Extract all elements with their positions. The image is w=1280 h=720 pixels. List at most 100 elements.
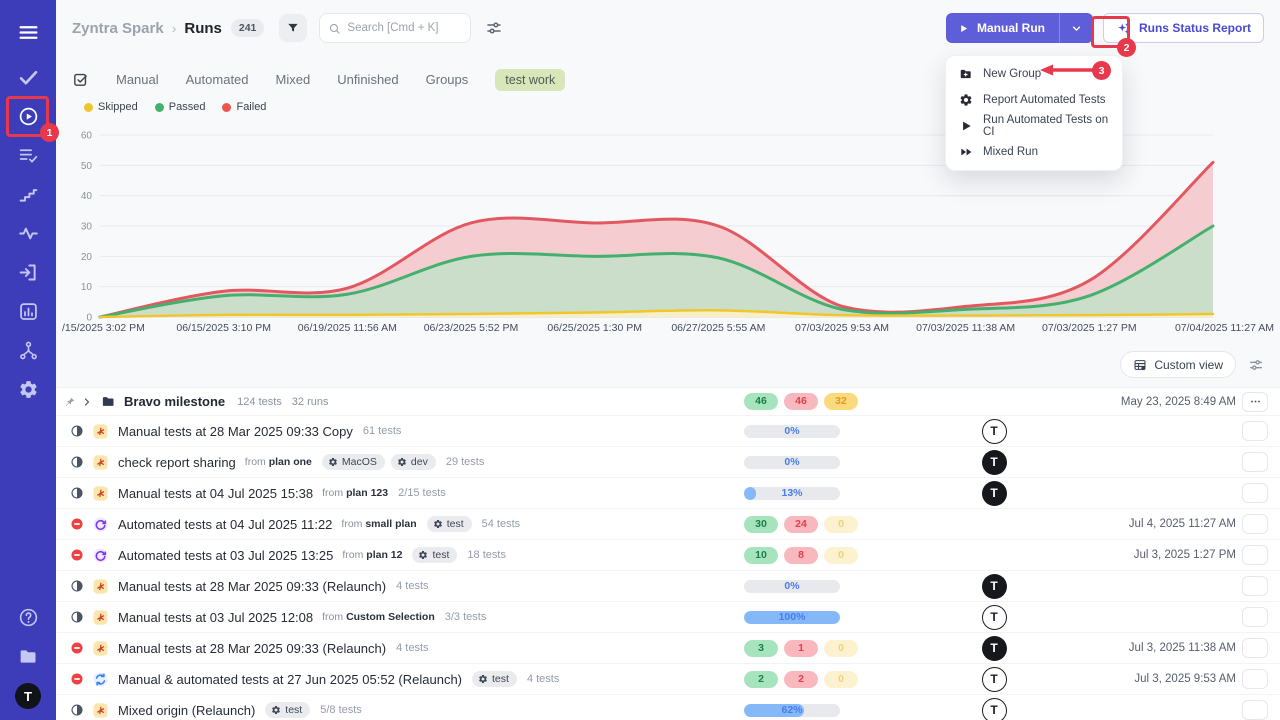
row-menu-button[interactable]: [1242, 669, 1268, 689]
run-row[interactable]: Mixed origin (Relaunch) test 5/8 tests 6…: [56, 695, 1280, 720]
run-tags: test: [265, 702, 310, 718]
in-progress-status-icon: [70, 579, 84, 593]
assignee-avatar[interactable]: T: [982, 481, 1007, 506]
row-menu-button[interactable]: [1242, 392, 1268, 412]
tab-manual[interactable]: Manual: [116, 72, 159, 87]
manual-run-icon: [92, 702, 109, 719]
run-row[interactable]: Manual tests at 28 Mar 2025 09:33 Copy 6…: [56, 416, 1280, 447]
sidebar-item-check[interactable]: [8, 58, 48, 97]
legend-label: Passed: [169, 101, 206, 113]
sidebar-item-play-circle[interactable]: [8, 97, 48, 136]
manual-run-icon: [92, 640, 109, 657]
tab-automated[interactable]: Automated: [186, 72, 249, 87]
run-row[interactable]: Manual tests at 28 Mar 2025 09:33 (Relau…: [56, 571, 1280, 602]
menu-item-new-group[interactable]: New Group: [946, 61, 1122, 87]
count-badge-passed: 30: [744, 516, 778, 533]
sidebar-item-menu[interactable]: [8, 12, 48, 52]
row-menu-button[interactable]: [1242, 421, 1268, 441]
run-title[interactable]: check report sharing: [118, 455, 236, 470]
custom-view-button[interactable]: Custom view: [1120, 351, 1236, 378]
play-sm-icon: [959, 119, 973, 133]
run-title[interactable]: Manual tests at 03 Jul 2025 12:08: [118, 610, 313, 625]
assignee-avatar[interactable]: T: [982, 636, 1007, 661]
sidebar-item-bar-chart[interactable]: [8, 292, 48, 331]
run-row[interactable]: Manual tests at 28 Mar 2025 09:33 (Relau…: [56, 633, 1280, 664]
run-title[interactable]: Mixed origin (Relaunch): [118, 703, 255, 718]
run-title[interactable]: Manual tests at 28 Mar 2025 09:33 Copy: [118, 424, 353, 439]
sidebar-item-sign-in[interactable]: [8, 253, 48, 292]
manual-run-icon: [92, 454, 109, 471]
steps-icon: [18, 184, 39, 205]
run-title[interactable]: Manual tests at 28 Mar 2025 09:33 (Relau…: [118, 641, 386, 656]
svg-text:10: 10: [81, 282, 93, 293]
svg-text:50: 50: [81, 161, 93, 172]
run-title[interactable]: Automated tests at 04 Jul 2025 11:22: [118, 517, 332, 532]
run-title[interactable]: Manual tests at 04 Jul 2025 15:38: [118, 486, 313, 501]
run-row[interactable]: Manual tests at 03 Jul 2025 12:08 from C…: [56, 602, 1280, 633]
run-row[interactable]: Automated tests at 03 Jul 2025 13:25 fro…: [56, 540, 1280, 571]
assignee-avatar[interactable]: T: [982, 450, 1007, 475]
sidebar-item-steps[interactable]: [8, 175, 48, 214]
run-date: Jul 3, 2025 11:38 AM: [1129, 642, 1236, 654]
manual-run-button[interactable]: Manual Run: [946, 13, 1059, 43]
filter-button[interactable]: [279, 14, 307, 42]
tab-test-work[interactable]: test work: [495, 69, 565, 91]
group-row[interactable]: Bravo milestone 124 tests 32 runs 464632…: [56, 387, 1280, 416]
tab-unfinished[interactable]: Unfinished: [337, 72, 398, 87]
custom-view-label: Custom view: [1154, 358, 1223, 372]
menu-item-run-automated-tests-on-ci[interactable]: Run Automated Tests on CI: [946, 113, 1122, 139]
row-menu-button[interactable]: [1242, 638, 1268, 658]
search-settings-icon[interactable]: [485, 19, 503, 37]
group-name[interactable]: Bravo milestone: [124, 394, 225, 409]
tab-mixed[interactable]: Mixed: [276, 72, 311, 87]
assignee-avatar[interactable]: T: [982, 574, 1007, 599]
menu-item-label: Report Automated Tests: [983, 94, 1106, 106]
select-all-icon[interactable]: [72, 71, 89, 88]
row-menu-button[interactable]: [1242, 545, 1268, 565]
assignee-avatar[interactable]: T: [982, 698, 1007, 720]
column-settings-icon[interactable]: [1248, 357, 1264, 373]
run-row[interactable]: Manual & automated tests at 27 Jun 2025 …: [56, 664, 1280, 695]
runs-status-report-button[interactable]: Runs Status Report: [1103, 13, 1264, 43]
menu-item-report-automated-tests[interactable]: Report Automated Tests: [946, 87, 1122, 113]
svg-text:06/23/2025 5:52 PM: 06/23/2025 5:52 PM: [424, 322, 519, 334]
table-view-icon: [1133, 358, 1147, 372]
user-avatar[interactable]: T: [15, 683, 41, 709]
run-stats: 1080: [744, 547, 858, 564]
run-row[interactable]: Manual tests at 04 Jul 2025 15:38 from p…: [56, 478, 1280, 509]
tag-test: test: [427, 516, 472, 532]
row-menu-button[interactable]: [1242, 576, 1268, 596]
svg-text:40: 40: [81, 191, 93, 202]
run-row[interactable]: Automated tests at 04 Jul 2025 11:22 fro…: [56, 509, 1280, 540]
chevron-right-icon[interactable]: [81, 396, 93, 408]
assignee-avatar[interactable]: T: [982, 419, 1007, 444]
row-menu-button[interactable]: [1242, 514, 1268, 534]
row-menu-button[interactable]: [1242, 607, 1268, 627]
sidebar-item-list-check[interactable]: [8, 136, 48, 175]
run-tags: test: [472, 671, 517, 687]
search-input[interactable]: [347, 22, 462, 34]
row-menu-button[interactable]: [1242, 452, 1268, 472]
sidebar-item-help[interactable]: [8, 598, 48, 637]
run-row[interactable]: check report sharing from plan one MacOS…: [56, 447, 1280, 478]
sidebar-item-branch[interactable]: [8, 331, 48, 370]
gear-icon: [959, 93, 973, 107]
menu-item-mixed-run[interactable]: Mixed Run: [946, 139, 1122, 165]
manual-run-dropdown-toggle[interactable]: [1059, 13, 1093, 43]
run-title[interactable]: Manual tests at 28 Mar 2025 09:33 (Relau…: [118, 579, 386, 594]
tab-groups[interactable]: Groups: [426, 72, 469, 87]
sidebar-item-projects[interactable]: [8, 637, 48, 676]
row-menu-button[interactable]: [1242, 483, 1268, 503]
sidebar: T: [0, 0, 56, 720]
run-title[interactable]: Automated tests at 03 Jul 2025 13:25: [118, 548, 333, 563]
progress-bar: 0%: [744, 456, 840, 469]
run-title[interactable]: Manual & automated tests at 27 Jun 2025 …: [118, 672, 462, 687]
search-box[interactable]: [319, 13, 471, 43]
pin-icon: [64, 396, 76, 408]
sidebar-item-gear[interactable]: [8, 370, 48, 409]
breadcrumb-project[interactable]: Zyntra Spark: [72, 20, 164, 37]
row-menu-button[interactable]: [1242, 700, 1268, 720]
assignee-avatar[interactable]: T: [982, 605, 1007, 630]
sidebar-item-pulse[interactable]: [8, 214, 48, 253]
assignee-avatar[interactable]: T: [982, 667, 1007, 692]
